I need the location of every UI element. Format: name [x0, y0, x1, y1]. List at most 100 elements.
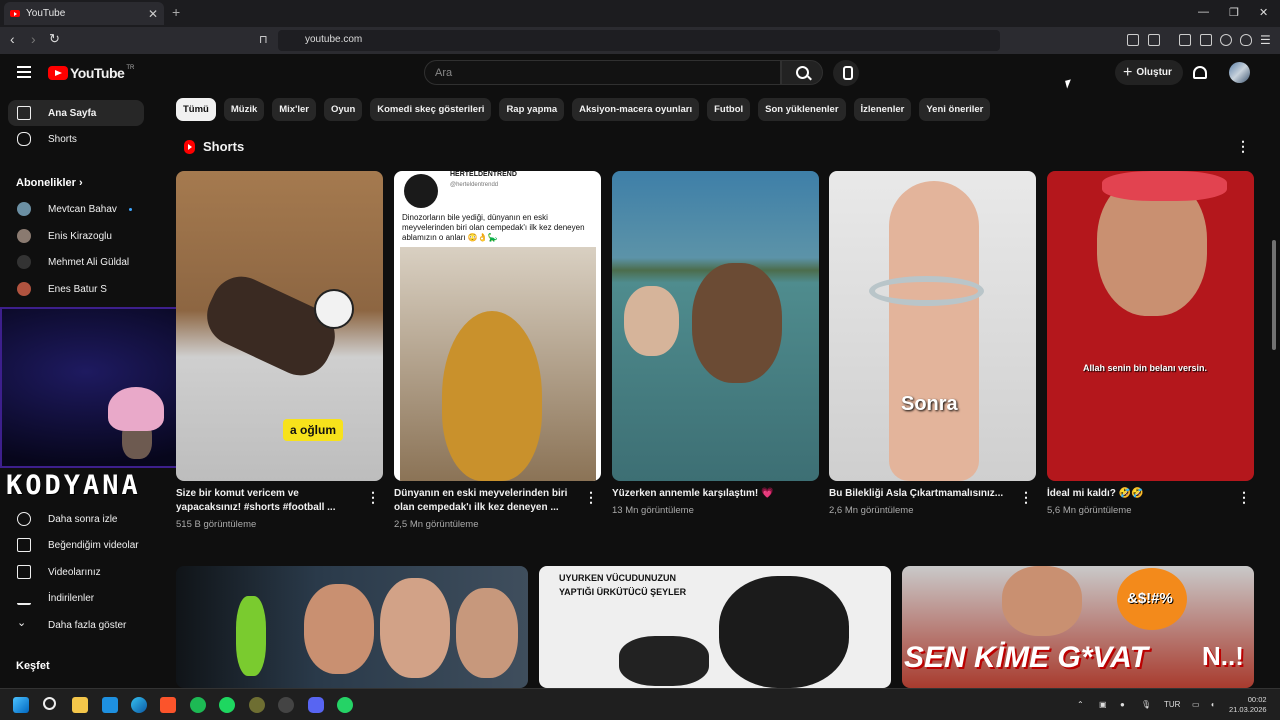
steam-icon[interactable]: [278, 697, 294, 713]
notifications-bell-icon[interactable]: [1193, 66, 1207, 79]
file-explorer-icon[interactable]: [72, 697, 88, 713]
emoji-symbols: &$!#%: [1127, 590, 1173, 607]
restore-icon[interactable]: ❐: [1229, 6, 1239, 19]
voice-search-button[interactable]: [833, 60, 859, 86]
volume-icon[interactable]: ◖: [1210, 700, 1215, 709]
chip[interactable]: Oyun: [323, 98, 363, 121]
shorts-more-icon[interactable]: [1236, 138, 1250, 155]
short-thumbnail[interactable]: Sonra: [829, 171, 1036, 481]
forward-icon[interactable]: ›: [31, 31, 36, 47]
subscriptions-header[interactable]: Abonelikler ›: [16, 177, 83, 189]
network-icon[interactable]: ▭: [1192, 700, 1200, 709]
spotify-icon[interactable]: [219, 697, 235, 713]
host-face: [304, 584, 374, 674]
store-icon[interactable]: [102, 697, 118, 713]
new-tab-button[interactable]: +: [172, 4, 180, 20]
tray-app-icon[interactable]: ▣: [1099, 700, 1107, 709]
chevron-down-icon: ⌄: [17, 617, 27, 629]
sidebar-sub-item[interactable]: Enes Batur S: [8, 276, 144, 302]
url-field[interactable]: youtube.com: [278, 30, 1000, 51]
chip[interactable]: Müzik: [223, 98, 265, 121]
short-title[interactable]: Yüzerken annemle karşılaştım! 💗: [612, 487, 797, 501]
chip[interactable]: Son yüklenenler: [758, 98, 846, 121]
host-face: [456, 588, 518, 678]
short-thumbnail[interactable]: a oğlum: [176, 171, 383, 481]
short-title[interactable]: Size bir komut vericem ve yapacaksınız! …: [176, 487, 361, 515]
brave-icon[interactable]: [160, 697, 176, 713]
browser-tab[interactable]: YouTube ✕: [4, 2, 164, 25]
sidebar-item-shorts[interactable]: Shorts: [8, 126, 144, 152]
chip[interactable]: Rap yapma: [499, 98, 565, 121]
search-icon[interactable]: [43, 697, 56, 710]
page-scrollbar[interactable]: [1272, 240, 1276, 350]
short-more-icon[interactable]: [366, 489, 380, 506]
video-thumbnail[interactable]: &$!#% SEN KİME G*VAT N..!: [902, 566, 1254, 688]
menu-icon[interactable]: ☰: [1260, 33, 1271, 47]
man-face: [1002, 566, 1082, 636]
wallet-icon[interactable]: [1200, 34, 1212, 46]
account-avatar[interactable]: [1229, 62, 1250, 83]
chip[interactable]: Komedi skeç gösterileri: [370, 98, 492, 121]
chip-all[interactable]: Tümü: [176, 98, 216, 121]
sidebar-item-downloads[interactable]: İndirilenler: [8, 585, 144, 611]
vpn-shield-icon[interactable]: [1240, 34, 1252, 46]
youtube-play-icon: [48, 66, 68, 80]
extensions-icon[interactable]: [1127, 34, 1139, 46]
chip[interactable]: Futbol: [707, 98, 751, 121]
chip[interactable]: İzlenenler: [853, 98, 912, 121]
sidebar-sub-item[interactable]: Enis Kirazoglu: [8, 223, 144, 249]
sidebar-item-label: İndirilenler: [48, 592, 95, 604]
short-more-icon[interactable]: [1237, 489, 1251, 506]
short-title[interactable]: İdeal mi kaldı? 🤣🤣: [1047, 487, 1232, 501]
tray-app-icon[interactable]: ●: [1120, 700, 1125, 709]
sidebar-icon[interactable]: [1179, 34, 1191, 46]
app-icon[interactable]: [249, 697, 265, 713]
bookmark-icon[interactable]: ⊓: [259, 33, 268, 46]
search-input[interactable]: Ara: [424, 60, 781, 85]
short-title[interactable]: Dünyanın en eski meyvelerinden biri olan…: [394, 487, 579, 515]
start-icon[interactable]: [13, 697, 29, 713]
sidebar-item-label: Mehmet Ali Güldal: [48, 256, 130, 268]
shadow-creature: [719, 576, 849, 688]
reload-icon[interactable]: ↻: [49, 31, 60, 47]
sidebar-item-home[interactable]: Ana Sayfa: [8, 100, 144, 126]
short-thumbnail[interactable]: Allah senin bin belanı versin.: [1047, 171, 1254, 481]
whatsapp-icon[interactable]: [337, 697, 353, 713]
edge-icon[interactable]: [131, 697, 147, 713]
short-title[interactable]: Bu Bilekliği Asla Çıkartmamalısınız...: [829, 487, 1014, 501]
close-tab-icon[interactable]: ✕: [148, 7, 158, 21]
new-content-dot: [129, 208, 132, 211]
tray-chevron-icon[interactable]: ⌃: [1077, 700, 1084, 709]
back-icon[interactable]: ‹: [10, 31, 15, 47]
video-thumbnail[interactable]: [176, 566, 528, 688]
short-thumbnail[interactable]: HERTELDENTREND @herteldentrendd Dinozorl…: [394, 171, 601, 481]
create-button[interactable]: + Oluştur: [1115, 60, 1183, 85]
sidebar-sub-item[interactable]: Mehmet Ali Güldal: [8, 249, 144, 275]
short-thumbnail[interactable]: [612, 171, 819, 481]
youtube-logo[interactable]: YouTube TR: [48, 65, 134, 81]
app-icon[interactable]: [190, 697, 206, 713]
language-indicator[interactable]: TUR: [1164, 700, 1180, 709]
sidebar-item-liked[interactable]: Beğendiğim videolar: [8, 532, 144, 558]
microphone-icon[interactable]: 🎙: [1141, 700, 1151, 709]
hamburger-menu-icon[interactable]: [17, 66, 31, 78]
reader-icon[interactable]: [1148, 34, 1160, 46]
chip[interactable]: Mix'ler: [272, 98, 316, 121]
sidebar-item-watch-later[interactable]: Daha sonra izle: [8, 506, 144, 532]
sidebar-sub-item[interactable]: Mevtcan Bahav: [8, 196, 144, 222]
close-window-icon[interactable]: ✕: [1259, 6, 1268, 19]
clock[interactable]: 00:02 21.03.2026: [1229, 695, 1267, 715]
sidebar-item-your-videos[interactable]: Videolarınız: [8, 559, 144, 585]
short-more-icon[interactable]: [584, 489, 598, 506]
leo-ai-icon[interactable]: [1220, 34, 1232, 46]
short-more-icon[interactable]: [1019, 489, 1033, 506]
discord-icon[interactable]: [308, 697, 324, 713]
sidebar-item-label: Enes Batur S: [48, 283, 107, 295]
search-button[interactable]: [781, 60, 823, 85]
sidebar-item-show-more[interactable]: ⌄ Daha fazla göster: [8, 612, 144, 638]
channel-logo: [404, 174, 438, 208]
chip[interactable]: Aksiyon-macera oyunları: [572, 98, 700, 121]
video-thumbnail[interactable]: UYURKEN VÜCUDUNUZUN YAPTIĞI ÜRKÜTÜCÜ ŞEY…: [539, 566, 891, 688]
minimize-icon[interactable]: —: [1198, 6, 1209, 18]
chip[interactable]: Yeni öneriler: [919, 98, 991, 121]
